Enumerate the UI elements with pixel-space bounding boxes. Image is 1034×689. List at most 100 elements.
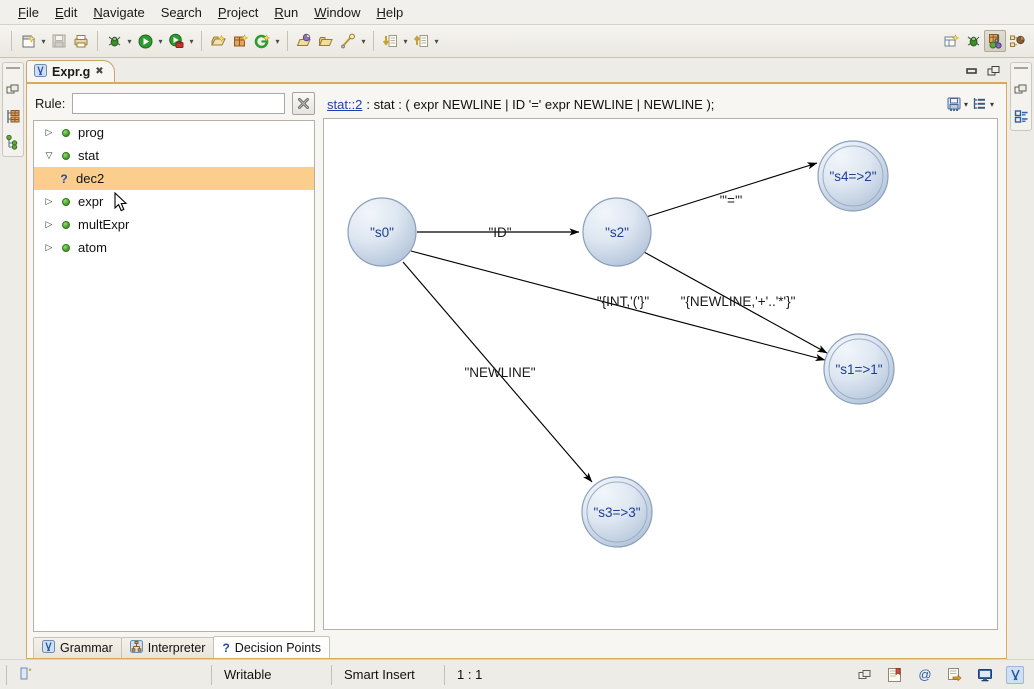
previous-annotation-icon[interactable]	[410, 30, 432, 52]
new-interface-dropdown-arrow[interactable]: ▾	[273, 30, 282, 52]
run-external-dropdown-arrow[interactable]: ▾	[187, 30, 196, 52]
status-spacer	[516, 665, 856, 685]
close-icon[interactable]: ✖	[95, 66, 103, 77]
new-class-icon[interactable]	[229, 30, 251, 52]
antlr-perspective-icon[interactable]	[984, 30, 1006, 52]
node-label-s2: "s2"	[605, 225, 629, 240]
export-icon[interactable]	[946, 666, 964, 684]
open-task-icon[interactable]	[315, 30, 337, 52]
menu-run[interactable]: Run	[266, 3, 306, 22]
menu-file[interactable]: File	[10, 3, 47, 22]
minimize-icon[interactable]	[965, 66, 978, 80]
menu-project[interactable]: Project	[210, 3, 266, 22]
restore-view-icon[interactable]	[5, 82, 21, 98]
menu-search[interactable]: Search	[153, 3, 210, 22]
state-diagram-svg: "ID" "'='" "{INT,'('}" "{NEWLINE,'+'..'*…	[347, 140, 895, 548]
new-icon[interactable]	[17, 30, 39, 52]
search-icon[interactable]	[337, 30, 359, 52]
tab-label: Grammar	[60, 641, 113, 655]
menu-bar: File Edit Navigate Search Project Run Wi…	[0, 0, 1034, 25]
run-icon[interactable]	[134, 30, 156, 52]
hierarchy-view-icon[interactable]	[5, 134, 21, 150]
green-dot-icon	[58, 220, 74, 229]
rule-tree[interactable]: ▷ prog ▽ stat ? dec2 ▷ expr ▷ multExpr ▷…	[33, 120, 315, 632]
toolbar-separator	[11, 31, 12, 51]
next-annotation-dropdown-arrow[interactable]: ▾	[401, 30, 410, 52]
java-perspective-icon[interactable]	[1006, 30, 1028, 52]
status-bar-icons: @	[856, 665, 1028, 684]
chevron-down-icon[interactable]: ▾	[990, 100, 994, 109]
diagram-panel: stat::2 : stat : ( expr NEWLINE | ID '='…	[323, 90, 1000, 632]
new-dropdown-arrow[interactable]: ▾	[39, 30, 48, 52]
insert-mode-status: Smart Insert	[331, 664, 444, 685]
tab-interpreter[interactable]: Interpreter	[120, 637, 215, 658]
open-type-icon[interactable]	[293, 30, 315, 52]
question-mark-icon: ?	[222, 640, 230, 655]
rule-input[interactable]	[72, 93, 285, 114]
left-view-rail	[0, 58, 26, 659]
rule-panel: Rule: ▷ prog ▽ stat ? dec2 ▷ expr ▷ mult…	[33, 90, 315, 632]
workbench-body: Expr.g ✖ Rule: ▷ prog ▽ stat ? dec2 ▷ ex…	[0, 58, 1034, 659]
node-s1: "s1=>1"	[823, 333, 895, 405]
run-external-tools-icon[interactable]	[165, 30, 187, 52]
console-icon[interactable]	[976, 666, 994, 684]
debug-dropdown-arrow[interactable]: ▾	[125, 30, 134, 52]
antlr-icon[interactable]	[1006, 665, 1024, 684]
restore-icon[interactable]	[856, 666, 874, 684]
menu-edit[interactable]: Edit	[47, 3, 85, 22]
at-sign-icon[interactable]: @	[916, 666, 934, 684]
bookmark-icon[interactable]	[886, 666, 904, 684]
chevron-down-icon[interactable]: ▾	[964, 100, 968, 109]
tab-decision-points[interactable]: ? Decision Points	[213, 636, 330, 658]
rule-filter-row: Rule:	[33, 90, 315, 117]
new-interface-icon[interactable]	[251, 30, 273, 52]
editor-tab-expr-g[interactable]: Expr.g ✖	[26, 60, 115, 82]
node-s2: "s2"	[582, 197, 652, 267]
menu-help[interactable]: Help	[368, 3, 411, 22]
restore-view-icon[interactable]	[1013, 82, 1029, 98]
next-annotation-icon[interactable]	[379, 30, 401, 52]
new-grammar-icon[interactable]	[940, 30, 962, 52]
print-icon[interactable]	[70, 30, 92, 52]
edge-s2-s4	[645, 162, 818, 218]
rail-divider	[1014, 67, 1028, 69]
diagram-nodes: "s0" "s2" "s4=>2" "s1=>1" "s3=>3"	[347, 140, 895, 548]
tree-item-multexpr[interactable]: ▷ multExpr	[34, 213, 314, 236]
tree-item-stat[interactable]: ▽ stat	[34, 144, 314, 167]
tree-item-atom[interactable]: ▷ atom	[34, 236, 314, 259]
outline-view-button[interactable]: ▾	[972, 96, 994, 112]
menu-window[interactable]: Window	[306, 3, 368, 22]
clear-rule-button[interactable]	[292, 92, 315, 115]
writable-status: Writable	[211, 664, 331, 685]
tree-item-label: atom	[78, 240, 107, 255]
tree-item-prog[interactable]: ▷ prog	[34, 121, 314, 144]
previous-annotation-dropdown-arrow[interactable]: ▾	[432, 30, 441, 52]
run-dropdown-arrow[interactable]: ▾	[156, 30, 165, 52]
outline-view-icon[interactable]	[5, 108, 21, 124]
toolbar-separator-2	[97, 31, 98, 51]
antlr-grammar-icon	[42, 640, 55, 656]
debug-perspective-icon[interactable]	[962, 30, 984, 52]
chevron-down-icon[interactable]: ▽	[40, 150, 58, 161]
node-s0: "s0"	[347, 197, 417, 267]
new-java-package-icon[interactable]	[207, 30, 229, 52]
chevron-right-icon[interactable]: ▷	[40, 127, 58, 138]
tab-grammar[interactable]: Grammar	[33, 637, 122, 658]
edge-label-int-paren: "{INT,'('}"	[597, 294, 649, 309]
tree-item-dec2[interactable]: ? dec2	[34, 167, 314, 190]
tree-item-label: multExpr	[78, 217, 130, 232]
chevron-right-icon[interactable]: ▷	[40, 242, 58, 253]
tree-item-expr[interactable]: ▷ expr	[34, 190, 314, 213]
debug-icon[interactable]	[103, 30, 125, 52]
decision-link[interactable]: stat::2	[327, 97, 362, 112]
save-image-button[interactable]: ▾	[946, 96, 968, 112]
save-icon[interactable]	[48, 30, 70, 52]
menu-navigate[interactable]: Navigate	[85, 3, 152, 22]
chevron-right-icon[interactable]: ▷	[40, 219, 58, 230]
chevron-right-icon[interactable]: ▷	[40, 196, 58, 207]
state-diagram-canvas[interactable]: "ID" "'='" "{INT,'('}" "{NEWLINE,'+'..'*…	[323, 118, 998, 630]
outline-view-icon[interactable]	[1013, 108, 1029, 124]
search-dropdown-arrow[interactable]: ▾	[359, 30, 368, 52]
editor-frame: Rule: ▷ prog ▽ stat ? dec2 ▷ expr ▷ mult…	[26, 82, 1007, 659]
maximize-icon[interactable]	[987, 65, 1000, 80]
